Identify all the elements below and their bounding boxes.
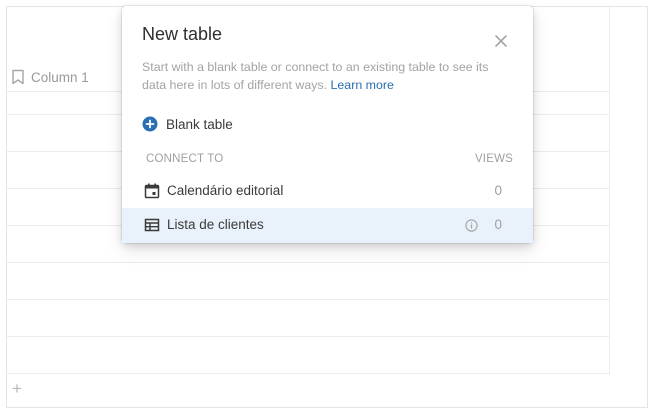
connection-item[interactable]: Calendário editorial 0 bbox=[122, 174, 533, 209]
connection-name: Calendário editorial bbox=[167, 183, 284, 198]
description-text: Start with a blank table or connect to a… bbox=[142, 60, 489, 92]
views-label: VIEWS bbox=[474, 153, 513, 165]
row-divider bbox=[7, 373, 609, 374]
connection-views-count: 0 bbox=[494, 183, 502, 198]
blank-table-button[interactable]: Blank table bbox=[142, 114, 233, 134]
column-divider bbox=[609, 7, 610, 375]
connect-section-header: CONNECT TO VIEWS bbox=[146, 153, 513, 165]
bookmark-icon bbox=[12, 69, 24, 85]
connect-to-label: CONNECT TO bbox=[146, 153, 224, 165]
learn-more-link[interactable]: Learn more bbox=[331, 78, 394, 92]
plus-circle-icon bbox=[142, 116, 158, 132]
row-divider bbox=[7, 299, 609, 300]
connection-item[interactable]: Lista de clientes 0 bbox=[122, 208, 533, 243]
dialog-description: Start with a blank table or connect to a… bbox=[142, 58, 502, 94]
column-header[interactable]: Column 1 bbox=[11, 69, 89, 85]
blank-table-label: Blank table bbox=[166, 116, 233, 132]
table-icon bbox=[144, 218, 160, 232]
connection-name: Lista de clientes bbox=[167, 217, 264, 232]
row-divider bbox=[7, 262, 609, 263]
calendar-icon bbox=[144, 183, 160, 199]
column-header-label: Column 1 bbox=[31, 69, 89, 85]
new-table-dialog: New table Start with a blank table or co… bbox=[122, 6, 533, 243]
dialog-title: New table bbox=[142, 24, 223, 44]
close-icon[interactable] bbox=[492, 32, 510, 50]
add-row-button[interactable]: + bbox=[12, 379, 22, 399]
info-icon[interactable] bbox=[465, 219, 478, 232]
connection-views-count: 0 bbox=[494, 217, 502, 232]
row-divider bbox=[7, 336, 609, 337]
